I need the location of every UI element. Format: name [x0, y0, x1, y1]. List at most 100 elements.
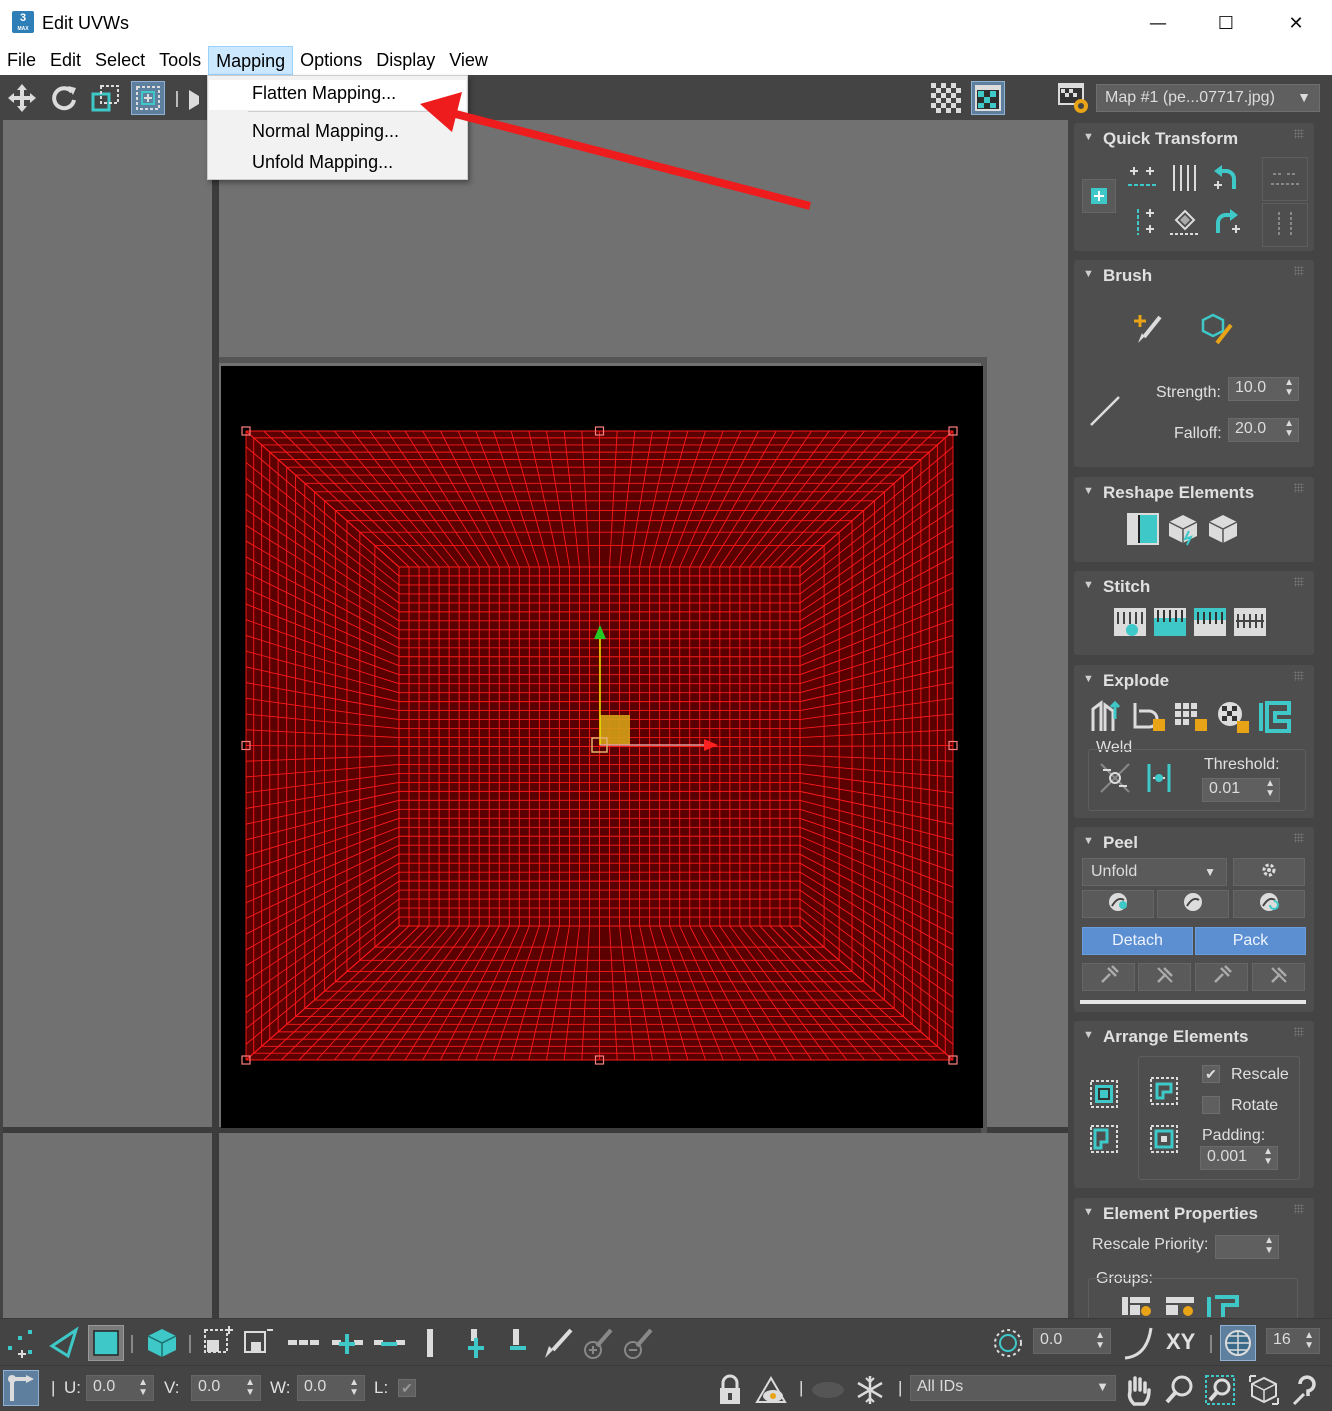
peel-mode-select[interactable]: Unfold ▼ — [1082, 858, 1227, 886]
angle-snap-icon[interactable] — [990, 1325, 1026, 1361]
menu-item-normal-mapping[interactable]: Normal Mapping... — [209, 118, 466, 148]
rollout-header[interactable]: ▼ Brush — [1074, 260, 1314, 288]
freeform-icon[interactable] — [131, 81, 165, 115]
weld-to-target-icon[interactable] — [1140, 759, 1178, 797]
grid-snap-icon[interactable] — [1220, 1325, 1256, 1361]
straighten-selection-icon[interactable] — [1124, 510, 1162, 548]
stitch-to-average-icon[interactable] — [1191, 603, 1229, 641]
grid-size-spinner[interactable]: 16 ▲ ▼ — [1266, 1328, 1320, 1354]
rotate-cw-icon[interactable] — [1208, 203, 1246, 241]
rotate-icon[interactable] — [47, 81, 81, 115]
pin-button[interactable] — [1082, 963, 1135, 991]
menu-mapping[interactable]: Mapping — [208, 46, 294, 75]
space-vertical-icon[interactable] — [1166, 159, 1204, 197]
zoom-icon[interactable] — [1162, 1372, 1198, 1408]
menu-view[interactable]: View — [442, 46, 495, 75]
flip-horizontal-icon[interactable] — [1266, 159, 1304, 197]
paint-select-shrink-icon[interactable] — [620, 1325, 656, 1361]
w-spinner[interactable]: 0.0 ▲ ▼ — [297, 1375, 365, 1401]
group-selected-icon[interactable] — [1118, 1294, 1156, 1318]
pack-recenter-icon[interactable] — [1146, 1121, 1184, 1159]
ids-select[interactable]: All IDs ▼ — [910, 1375, 1116, 1401]
uv-viewport[interactable] — [3, 120, 1068, 1318]
relax-custom-icon[interactable] — [1204, 510, 1242, 548]
rollout-header[interactable]: ▼ Arrange Elements — [1074, 1021, 1314, 1049]
straighten-icon[interactable] — [1166, 203, 1204, 241]
rollout-header[interactable]: ▼ Reshape Elements — [1074, 477, 1314, 505]
align-horizontal-icon[interactable] — [1124, 159, 1162, 197]
pack-normalize-icon[interactable] — [1146, 1073, 1184, 1111]
unpin-button[interactable] — [1138, 963, 1191, 991]
menu-item-flatten-mapping[interactable]: Flatten Mapping... — [209, 80, 466, 110]
explode-by-polygon-icon[interactable] — [1130, 698, 1168, 736]
rescale-priority-spinner[interactable]: ▲ ▼ — [1215, 1235, 1279, 1259]
help-icon[interactable] — [1288, 1372, 1324, 1408]
pack-together-icon[interactable] — [1086, 1121, 1124, 1159]
pivot-icon[interactable] — [1082, 179, 1116, 213]
close-button[interactable]: ✕ — [1273, 8, 1319, 38]
auto-pin-button[interactable] — [1252, 963, 1305, 991]
weld-selected-icon[interactable] — [1096, 759, 1134, 797]
l-checkbox[interactable]: ✔ — [398, 1379, 416, 1397]
flip-vertical-icon[interactable] — [1266, 205, 1304, 243]
menu-edit[interactable]: Edit — [43, 46, 88, 75]
maximize-button[interactable]: ☐ — [1203, 8, 1249, 38]
pack-custom-icon[interactable] — [1086, 1076, 1124, 1114]
rotate-checkbox[interactable] — [1202, 1096, 1220, 1114]
grow-loop-icon[interactable] — [330, 1325, 366, 1361]
rescale-checkbox[interactable]: ✔ — [1202, 1065, 1220, 1083]
shrink-loop-icon[interactable] — [372, 1325, 408, 1361]
transform-mode-icon[interactable] — [3, 1370, 39, 1406]
pin-edges-button[interactable] — [1195, 963, 1248, 991]
select-group-icon[interactable] — [1204, 1294, 1242, 1318]
polygon-mode-icon[interactable] — [88, 1325, 124, 1361]
menu-display[interactable]: Display — [369, 46, 442, 75]
padding-spinner[interactable]: 0.001 ▲ ▼ — [1200, 1146, 1278, 1170]
v-spinner[interactable]: 0.0 ▲ ▼ — [191, 1375, 261, 1401]
grow-selection-icon[interactable] — [200, 1325, 236, 1361]
rollout-header[interactable]: ▼ Quick Transform — [1074, 123, 1314, 151]
menu-item-unfold-mapping[interactable]: Unfold Mapping... — [209, 149, 466, 179]
zoom-extents-icon[interactable] — [1246, 1372, 1282, 1408]
brush-falloff-icon[interactable] — [1086, 392, 1124, 430]
ungroup-selected-icon[interactable] — [1162, 1294, 1200, 1318]
rollout-header[interactable]: ▼ Peel — [1074, 827, 1314, 855]
grow-ring-icon[interactable] — [458, 1325, 494, 1361]
align-vertical-icon[interactable] — [1124, 203, 1162, 241]
threshold-spinner[interactable]: 0.01 ▲ ▼ — [1202, 778, 1280, 802]
detach-button[interactable]: Detach — [1082, 927, 1193, 955]
paint-move-icon[interactable] — [1129, 310, 1167, 348]
menu-options[interactable]: Options — [293, 46, 369, 75]
falloff-spinner[interactable]: 20.0 ▲ ▼ — [1228, 418, 1299, 442]
shrink-selection-icon[interactable] — [240, 1325, 276, 1361]
menu-tools[interactable]: Tools — [152, 46, 208, 75]
zoom-region-icon[interactable] — [1202, 1372, 1238, 1408]
angle-spinner[interactable]: 0.0 ▲ ▼ — [1033, 1328, 1111, 1354]
edge-mode-icon[interactable] — [47, 1325, 83, 1361]
lock-icon[interactable] — [712, 1372, 748, 1408]
move-icon[interactable] — [5, 81, 39, 115]
explode-by-smoothing-icon[interactable] — [1172, 698, 1210, 736]
quick-peel-button[interactable] — [1082, 890, 1154, 918]
pack-button[interactable]: Pack — [1195, 927, 1306, 955]
break-icon[interactable] — [1088, 698, 1126, 736]
explode-by-uv-icon[interactable] — [1256, 698, 1294, 736]
soft-selection-curve-icon[interactable] — [1120, 1325, 1156, 1361]
menu-select[interactable]: Select — [88, 46, 152, 75]
strength-spinner[interactable]: 10.0 ▲ ▼ — [1228, 377, 1299, 401]
peel-settings-button[interactable] — [1233, 858, 1305, 886]
texture-settings-icon[interactable] — [1057, 81, 1091, 115]
freeze-snowflake-icon[interactable] — [852, 1372, 888, 1408]
stitch-custom-icon[interactable] — [1111, 603, 1149, 641]
map-select[interactable]: Map #1 (pe...07717.jpg) ▼ — [1096, 84, 1320, 112]
stitch-to-source-icon[interactable] — [1151, 603, 1189, 641]
relax-until-flat-icon[interactable] — [1164, 510, 1202, 548]
uv-mesh[interactable] — [3, 120, 1068, 1318]
vertex-mode-icon[interactable] — [3, 1325, 39, 1361]
checker-pattern-icon[interactable] — [929, 81, 963, 115]
menu-file[interactable]: File — [0, 46, 43, 75]
loop-icon[interactable] — [286, 1325, 322, 1361]
show-selected-icon[interactable] — [754, 1372, 790, 1408]
paint-select-icon[interactable] — [540, 1325, 576, 1361]
element-mode-icon[interactable] — [144, 1325, 180, 1361]
